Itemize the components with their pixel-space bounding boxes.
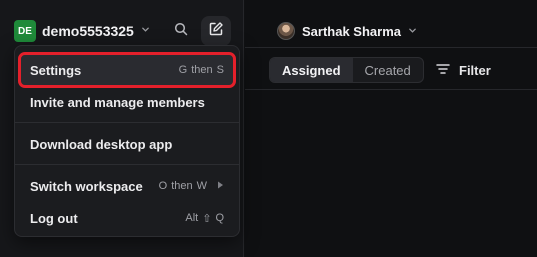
shortcut-key: ⇧ <box>202 212 212 225</box>
menu-item-label: Invite and manage members <box>30 94 205 110</box>
menu-item-invite-members[interactable]: Invite and manage members <box>21 87 233 117</box>
menu-item-settings[interactable]: Settings G then S <box>18 52 236 88</box>
filter-button[interactable]: Filter <box>436 60 491 80</box>
toolbar-divider <box>245 89 537 90</box>
search-button[interactable] <box>168 18 194 44</box>
menu-divider <box>15 122 239 123</box>
shortcut-hint: O then W <box>159 180 224 192</box>
workspace-switcher[interactable]: DE demo5553325 <box>14 19 150 43</box>
shortcut-key: G <box>178 64 188 76</box>
menu-item-label: Download desktop app <box>30 136 173 152</box>
shortcut-key: Q <box>215 212 224 224</box>
shortcut-hint: Alt ⇧ Q <box>185 212 224 225</box>
chevron-down-icon <box>141 25 150 37</box>
shortcut-key: Alt <box>185 212 199 224</box>
user-selector[interactable]: Sarthak Sharma <box>277 20 417 42</box>
tab-created[interactable]: Created <box>353 58 423 82</box>
compose-icon <box>208 21 224 42</box>
header-divider <box>245 47 537 48</box>
new-issue-button[interactable] <box>201 16 231 46</box>
user-name: Sarthak Sharma <box>302 23 401 39</box>
menu-item-label: Switch workspace <box>30 178 143 194</box>
menu-item-label: Log out <box>30 210 78 226</box>
chevron-right-icon <box>217 180 224 192</box>
shortcut-key: O <box>158 180 168 192</box>
chevron-down-icon <box>408 22 417 40</box>
filter-icon <box>436 63 450 78</box>
workspace-avatar: DE <box>14 20 36 42</box>
issue-tabs: Assigned Created <box>269 57 424 83</box>
menu-item-label: Settings <box>30 62 82 78</box>
shortcut-key: S <box>216 64 224 76</box>
tab-assigned[interactable]: Assigned <box>270 58 353 82</box>
shortcut-then: then <box>191 64 213 76</box>
menu-divider <box>15 164 239 165</box>
menu-item-logout[interactable]: Log out Alt ⇧ Q <box>21 203 233 233</box>
shortcut-then: then <box>171 180 193 192</box>
shortcut-hint: G then S <box>179 64 224 76</box>
workspace-name: demo5553325 <box>42 23 134 39</box>
search-icon <box>174 22 188 41</box>
menu-item-switch-workspace[interactable]: Switch workspace O then W <box>21 171 233 201</box>
shortcut-key: W <box>196 180 207 192</box>
workspace-menu: Settings G then S Invite and manage memb… <box>14 45 240 237</box>
avatar <box>277 22 295 40</box>
filter-label: Filter <box>459 62 491 78</box>
menu-item-download-app[interactable]: Download desktop app <box>21 129 233 159</box>
